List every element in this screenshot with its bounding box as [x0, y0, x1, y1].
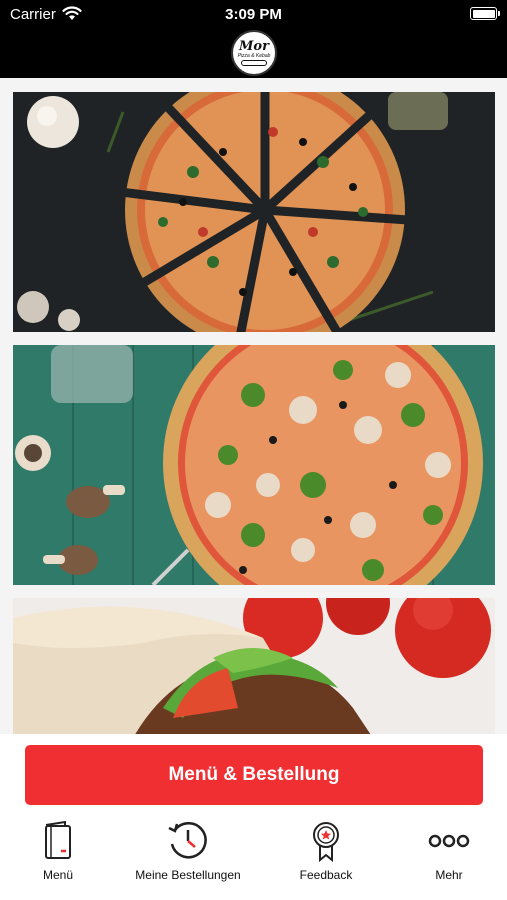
bottom-tab-bar: Menü Meine Bestellungen Feedback Mehr	[0, 816, 507, 900]
tab-more[interactable]: Mehr	[420, 816, 478, 900]
logo-subtext: Pizza & Kebab	[237, 52, 271, 59]
clock-time: 3:09 PM	[225, 6, 282, 23]
battery-icon	[470, 7, 500, 20]
status-bar: Carrier 3:09 PM	[0, 0, 507, 28]
logo-ornament-icon	[241, 59, 267, 66]
more-dots-icon	[428, 820, 470, 862]
app-screen: Carrier 3:09 PM Mor Pizza & Kebab Menü &…	[0, 0, 507, 900]
header-bar: Carrier 3:09 PM Mor Pizza & Kebab	[0, 0, 507, 78]
tab-feedback[interactable]: Feedback	[291, 816, 361, 900]
pizza-dark-board-image[interactable]	[13, 92, 495, 332]
tab-menu[interactable]: Menü	[28, 816, 88, 900]
tab-more-label: Mehr	[435, 868, 463, 882]
kebab-wrap-image[interactable]	[13, 598, 495, 734]
order-area: Menü & Bestellung	[0, 734, 507, 816]
menu-book-icon	[43, 820, 73, 862]
tab-feedback-label: Feedback	[299, 868, 353, 882]
order-history-icon	[167, 820, 209, 862]
logo-brand-text: Mor	[239, 38, 269, 54]
tab-my-orders-label: Meine Bestellungen	[135, 868, 241, 882]
tab-menu-label: Menü	[42, 868, 74, 882]
promo-image-list	[0, 78, 507, 734]
feedback-badge-icon	[310, 820, 342, 862]
menu-order-button[interactable]: Menü & Bestellung	[25, 745, 483, 805]
tab-my-orders[interactable]: Meine Bestellungen	[128, 816, 248, 900]
pizza-green-table-image[interactable]	[13, 345, 495, 585]
restaurant-logo[interactable]: Mor Pizza & Kebab	[231, 30, 277, 76]
